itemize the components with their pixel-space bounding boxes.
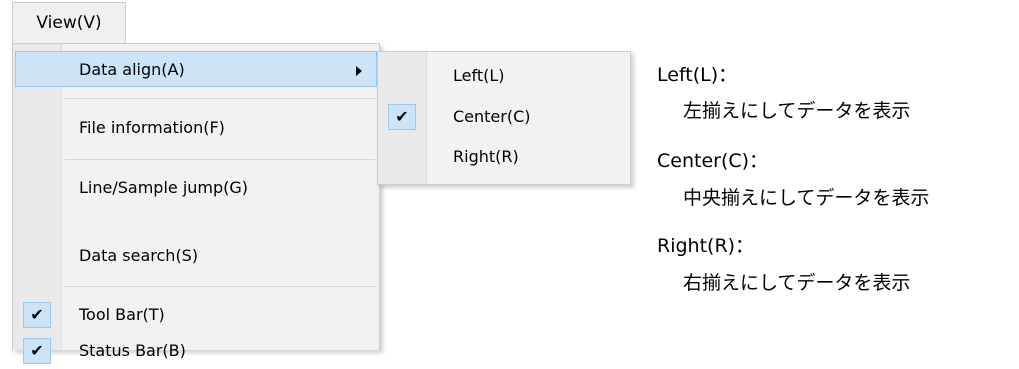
submenu-item-label: Left(L) [453, 66, 505, 85]
description-text-right: 右揃えにしてデータを表示 [683, 272, 911, 294]
submenu-item-right[interactable]: Right(R) [380, 139, 628, 175]
submenu-item-left[interactable]: Left(L) [380, 58, 628, 94]
submenu-item-center[interactable]: ✔ Center(C) [380, 99, 628, 135]
menu-separator [65, 286, 375, 287]
menu-item-label: Data align(A) [79, 60, 185, 79]
description-title-center: Center(C)： [657, 150, 769, 172]
menu-item-line-sample-jump[interactable]: Line/Sample jump(G) [15, 170, 377, 206]
menu-view[interactable]: View(V) [12, 2, 126, 44]
menu-item-label: Tool Bar(T) [79, 305, 165, 324]
menu-item-status-bar[interactable]: ✔ Status Bar(B) [15, 333, 377, 369]
description-text-center: 中央揃えにしてデータを表示 [683, 187, 930, 209]
menu-item-tool-bar[interactable]: ✔ Tool Bar(T) [15, 297, 377, 333]
menu-item-label: Line/Sample jump(G) [79, 178, 249, 197]
description-title-left: Left(L)： [657, 64, 738, 86]
description-title-right: Right(R)： [657, 235, 755, 257]
menu-item-data-align[interactable]: Data align(A) [15, 51, 377, 87]
menu-item-data-search[interactable]: Data search(S) [15, 238, 377, 274]
submenu-arrow-icon [356, 66, 362, 76]
submenu-item-label: Right(R) [453, 147, 519, 166]
description-text-left: 左揃えにしてデータを表示 [683, 100, 911, 122]
menu-item-label: Status Bar(B) [79, 341, 186, 360]
description-panel: Left(L)： 左揃えにしてデータを表示 Center(C)： 中央揃えにして… [657, 0, 1019, 349]
menu-separator [65, 98, 375, 99]
menu-item-label: File information(F) [79, 118, 225, 137]
menu-separator [65, 159, 375, 160]
checkmark-icon: ✔ [23, 338, 51, 364]
menu-item-file-information[interactable]: File information(F) [15, 110, 377, 146]
submenu-item-label: Center(C) [453, 107, 531, 126]
view-menu-dropdown: Data align(A) File information(F) Line/S… [12, 43, 380, 364]
data-align-submenu: Left(L) ✔ Center(C) Right(R) [377, 51, 631, 185]
menu-item-label: Data search(S) [79, 246, 199, 265]
checkmark-icon: ✔ [23, 302, 51, 328]
checkmark-icon: ✔ [388, 104, 416, 130]
